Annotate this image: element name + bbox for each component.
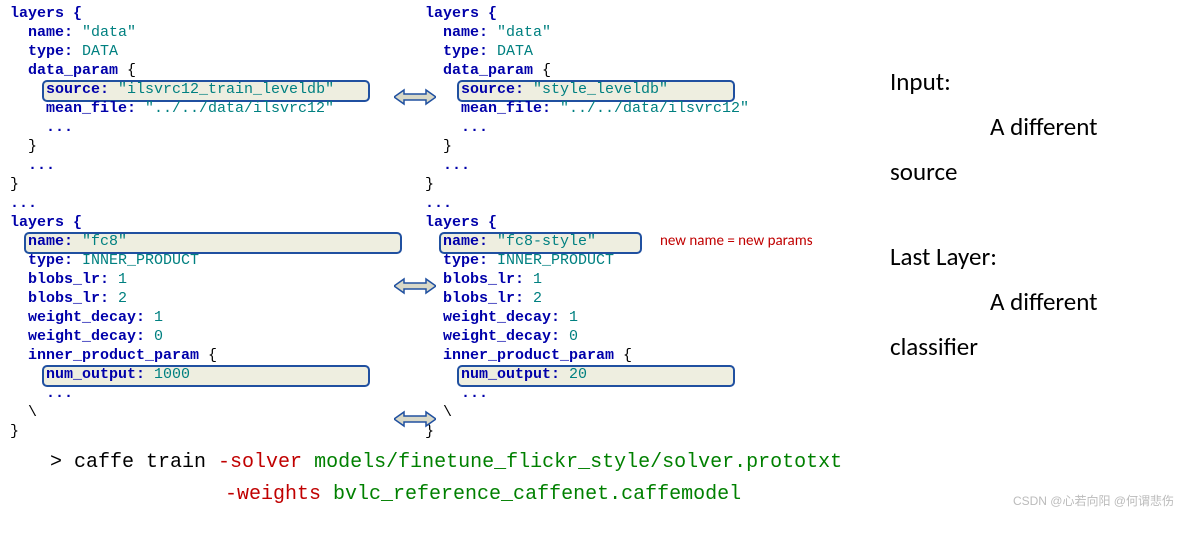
text: ...: [10, 157, 55, 174]
text: data_param: [425, 62, 542, 79]
input-title: Input:: [890, 59, 1098, 104]
text: blobs_lr:: [10, 290, 118, 307]
text: layers {: [425, 5, 497, 22]
text: weight_decay:: [425, 309, 569, 326]
text: INNER_PRODUCT: [82, 252, 199, 269]
highlighted-numoutput-left: num_output: 1000: [42, 365, 370, 387]
text: data_param: [10, 62, 127, 79]
text: {: [127, 62, 136, 79]
cmd-prompt: >: [50, 451, 74, 474]
text: mean_file:: [10, 100, 145, 117]
text: ...: [10, 385, 73, 402]
text: {: [208, 347, 217, 364]
cmd-weights-val: bvlc_reference_caffenet.caffemodel: [333, 483, 741, 506]
text: type:: [10, 43, 82, 60]
annotation-new-name: new name = new params: [660, 232, 813, 250]
text: INNER_PRODUCT: [497, 252, 614, 269]
last-sub: A different: [890, 279, 1098, 324]
text: ...: [10, 119, 73, 136]
double-arrow-icon: [394, 410, 436, 428]
double-arrow-icon: [394, 88, 436, 106]
text: "data": [82, 24, 136, 41]
double-arrow-icon: [394, 277, 436, 295]
text: type:: [10, 252, 82, 269]
left-code-block: layers { name: "data" type: DATA data_pa…: [10, 4, 425, 441]
text: 0: [154, 328, 163, 345]
text: ...: [425, 195, 452, 212]
text: blobs_lr:: [425, 290, 533, 307]
text: mean_file:: [425, 100, 560, 117]
cmd-solver-val: models/finetune_flickr_style/solver.prot…: [314, 451, 842, 474]
text: 1: [154, 309, 163, 326]
text: name:: [425, 24, 497, 41]
text: type:: [425, 252, 497, 269]
cmd-weights-flag: -weights: [225, 483, 333, 506]
text: {: [542, 62, 551, 79]
text: ...: [10, 195, 37, 212]
text: layers {: [10, 5, 82, 22]
text: type:: [425, 43, 497, 60]
input-sub2: source: [890, 149, 1098, 194]
text: layers {: [425, 214, 497, 231]
text: DATA: [497, 43, 533, 60]
text: }: [10, 176, 19, 193]
text: ...: [425, 119, 488, 136]
text: "data": [497, 24, 551, 41]
text: blobs_lr:: [425, 271, 533, 288]
text: }: [425, 138, 452, 155]
highlighted-numoutput-right: num_output: 20: [457, 365, 735, 387]
text: 0: [569, 328, 578, 345]
text: "../../data/ilsvrc12": [145, 100, 334, 117]
text: {: [623, 347, 632, 364]
last-sub2: classifier: [890, 324, 1098, 369]
text: 1: [118, 271, 127, 288]
text: inner_product_param: [10, 347, 208, 364]
explanation-block: Input: A different source Last Layer: A …: [840, 4, 1098, 441]
text: layers {: [10, 214, 82, 231]
text: ...: [425, 157, 470, 174]
text: DATA: [82, 43, 118, 60]
text: ...: [425, 385, 488, 402]
text: weight_decay:: [10, 309, 154, 326]
text: blobs_lr:: [10, 271, 118, 288]
input-sub: A different: [890, 104, 1098, 149]
text: \: [10, 404, 37, 421]
text: }: [10, 138, 37, 155]
text: inner_product_param: [425, 347, 623, 364]
text: 2: [118, 290, 127, 307]
command-block: > caffe train -solver models/finetune_fl…: [10, 441, 1174, 511]
text: "../../data/ilsvrc12": [560, 100, 749, 117]
text: 1: [569, 309, 578, 326]
text: }: [425, 176, 434, 193]
text: weight_decay:: [10, 328, 154, 345]
right-code-block: layers { name: "data" type: DATA data_pa…: [425, 4, 840, 441]
cmd-caffe: caffe train: [74, 451, 218, 474]
text: name:: [10, 24, 82, 41]
text: }: [10, 423, 19, 440]
text: 2: [533, 290, 542, 307]
last-title: Last Layer:: [890, 234, 1098, 279]
text: weight_decay:: [425, 328, 569, 345]
text: 1: [533, 271, 542, 288]
watermark: CSDN @心若向阳 @何谓悲伤: [1013, 492, 1174, 509]
cmd-solver-flag: -solver: [218, 451, 314, 474]
